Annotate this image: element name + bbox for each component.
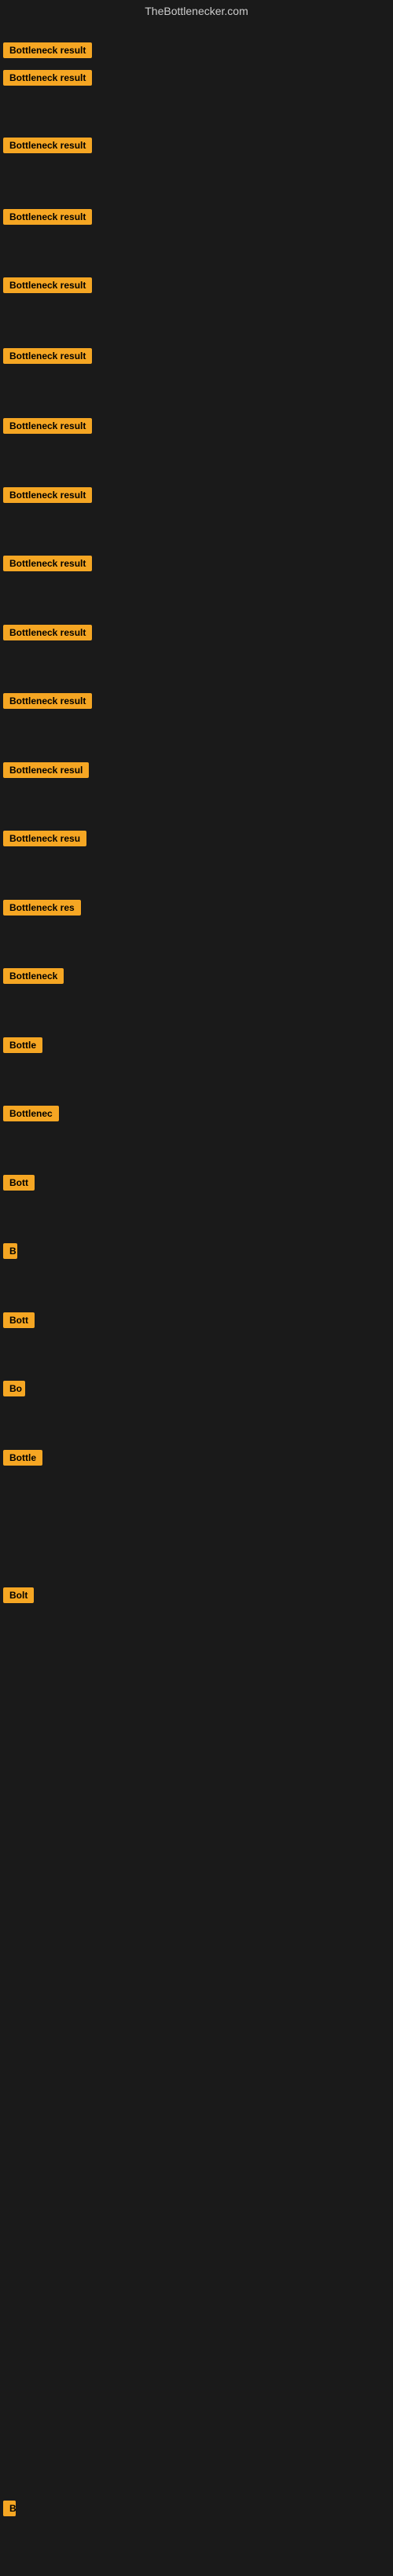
bottleneck-badge[interactable]: Bottleneck result bbox=[3, 693, 92, 709]
bottleneck-badge[interactable]: Bottleneck result bbox=[3, 42, 92, 58]
table-row: Bottle bbox=[0, 1447, 393, 1469]
table-row: Bottleneck result bbox=[0, 345, 393, 367]
bottleneck-badge[interactable]: Bottleneck res bbox=[3, 900, 81, 916]
bottleneck-badge[interactable]: Bottle bbox=[3, 1450, 42, 1466]
bottleneck-badge[interactable]: B bbox=[3, 1243, 17, 1259]
table-row: Bottleneck result bbox=[0, 415, 393, 437]
table-row: Bottleneck result bbox=[0, 134, 393, 156]
table-row: Bottleneck resul bbox=[0, 759, 393, 781]
table-row: Bott bbox=[0, 1172, 393, 1194]
bottleneck-badge[interactable]: Bottleneck bbox=[3, 968, 64, 984]
bottleneck-badge[interactable]: Bottleneck result bbox=[3, 418, 92, 434]
table-row: Bolt bbox=[0, 1584, 393, 1606]
table-row: Bottleneck bbox=[0, 965, 393, 987]
bottleneck-badge[interactable]: Bottleneck result bbox=[3, 348, 92, 364]
site-title-bar: TheBottlenecker.com bbox=[0, 0, 393, 22]
bottleneck-badge[interactable]: Bottleneck result bbox=[3, 625, 92, 640]
table-row: Bottle bbox=[0, 1034, 393, 1056]
table-row: Bottleneck res bbox=[0, 897, 393, 919]
bottleneck-badge[interactable]: Bott bbox=[3, 1312, 35, 1328]
table-row: B bbox=[0, 1240, 393, 1262]
table-row: Bottleneck result bbox=[0, 274, 393, 296]
table-row: Bottleneck result bbox=[0, 67, 393, 89]
bottleneck-badge[interactable]: Bott bbox=[3, 1175, 35, 1191]
bottleneck-badge[interactable]: Bo bbox=[3, 1381, 25, 1396]
bottleneck-badge[interactable]: Bottleneck result bbox=[3, 138, 92, 153]
bottleneck-badge[interactable]: Bottleneck result bbox=[3, 556, 92, 571]
bottleneck-badge[interactable]: Bottle bbox=[3, 1037, 42, 1053]
bottleneck-badge[interactable]: Bolt bbox=[3, 1587, 34, 1603]
table-row: B bbox=[0, 2497, 393, 2519]
table-row: Bott bbox=[0, 1309, 393, 1331]
bottleneck-badge[interactable]: Bottleneck result bbox=[3, 70, 92, 86]
table-row: Bottleneck resu bbox=[0, 827, 393, 849]
table-row: Bottleneck result bbox=[0, 622, 393, 644]
table-row: Bottleneck result bbox=[0, 206, 393, 228]
table-row: Bottleneck result bbox=[0, 484, 393, 506]
table-row: Bo bbox=[0, 1378, 393, 1400]
bottleneck-badge[interactable]: Bottleneck result bbox=[3, 209, 92, 225]
table-row: Bottleneck result bbox=[0, 690, 393, 712]
bottleneck-badge[interactable]: Bottleneck resul bbox=[3, 762, 89, 778]
bottleneck-badge-last[interactable]: B bbox=[3, 2501, 16, 2516]
table-row: Bottlenec bbox=[0, 1103, 393, 1125]
bottleneck-badge[interactable]: Bottleneck resu bbox=[3, 831, 86, 846]
bottleneck-badge[interactable]: Bottleneck result bbox=[3, 487, 92, 503]
bottleneck-badge[interactable]: Bottlenec bbox=[3, 1106, 59, 1121]
site-title: TheBottlenecker.com bbox=[145, 5, 248, 17]
table-row: Bottleneck result bbox=[0, 39, 393, 61]
table-row: Bottleneck result bbox=[0, 552, 393, 574]
bottleneck-badge[interactable]: Bottleneck result bbox=[3, 277, 92, 293]
